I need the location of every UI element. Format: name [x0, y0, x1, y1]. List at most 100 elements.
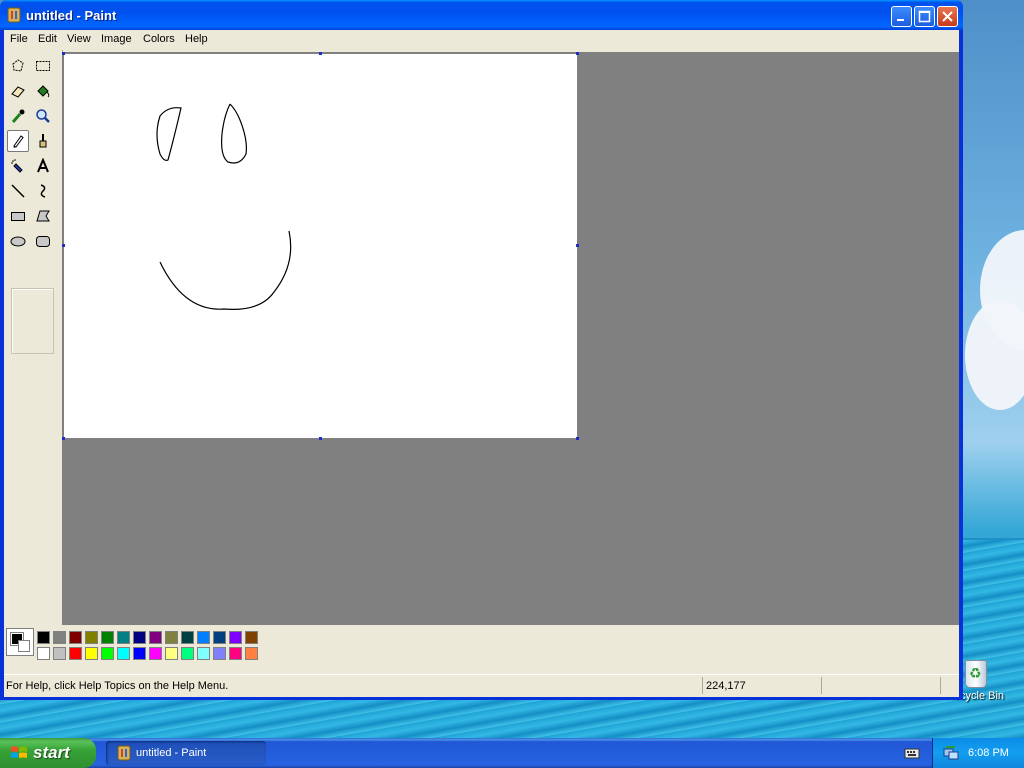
- palette-swatch[interactable]: [245, 647, 258, 660]
- tool-airbrush[interactable]: [7, 155, 29, 177]
- windows-logo-icon: [11, 746, 27, 758]
- palette-swatch[interactable]: [213, 647, 226, 660]
- palette-swatch[interactable]: [69, 647, 82, 660]
- menu-view[interactable]: View: [67, 33, 91, 45]
- resize-handle[interactable]: [576, 244, 579, 247]
- close-icon: [938, 7, 957, 26]
- paint-app-icon: [7, 7, 21, 23]
- tool-pick-color[interactable]: [7, 105, 29, 127]
- tool-brush[interactable]: [32, 130, 54, 152]
- palette-swatch[interactable]: [117, 647, 130, 660]
- palette-swatch[interactable]: [53, 631, 66, 644]
- resize-handle[interactable]: [319, 437, 322, 440]
- tool-options-panel[interactable]: [11, 288, 54, 354]
- palette-swatch[interactable]: [69, 631, 82, 644]
- palette-swatch[interactable]: [245, 631, 258, 644]
- status-divider: [821, 677, 822, 694]
- tool-eraser[interactable]: [7, 80, 29, 102]
- menu-help[interactable]: Help: [185, 33, 208, 45]
- palette-swatch[interactable]: [165, 647, 178, 660]
- tool-magnifier[interactable]: [32, 105, 54, 127]
- tool-polygon[interactable]: [32, 205, 54, 227]
- minimize-button[interactable]: [891, 6, 912, 27]
- canvas-area: [62, 52, 959, 652]
- tool-curve[interactable]: [32, 180, 54, 202]
- palette-swatch[interactable]: [133, 631, 146, 644]
- palette-swatch[interactable]: [37, 631, 50, 644]
- work-area: [4, 50, 959, 652]
- tool-ellipse[interactable]: [7, 230, 29, 252]
- system-tray: 6:08 PM: [932, 738, 1024, 768]
- title-bar[interactable]: untitled - Paint: [0, 0, 963, 30]
- taskbar-item-label: untitled - Paint: [136, 747, 207, 759]
- palette-swatch[interactable]: [181, 631, 194, 644]
- palette-swatch[interactable]: [133, 647, 146, 660]
- start-button[interactable]: start: [0, 738, 96, 768]
- palette-swatch[interactable]: [53, 647, 66, 660]
- menu-colors[interactable]: Colors: [143, 33, 175, 45]
- resize-handle[interactable]: [62, 244, 65, 247]
- taskbar-item-paint[interactable]: untitled - Paint: [106, 741, 266, 765]
- resize-handle[interactable]: [319, 52, 322, 55]
- palette-swatch[interactable]: [117, 631, 130, 644]
- tool-rectangle[interactable]: [7, 205, 29, 227]
- drawing-smiley-face: [156, 103, 292, 310]
- line-icon: [11, 184, 25, 198]
- palette-swatch[interactable]: [213, 631, 226, 644]
- palette-swatch[interactable]: [165, 631, 178, 644]
- status-divider: [702, 677, 703, 694]
- eyedropper-icon: [11, 109, 25, 123]
- color-palette: [4, 625, 959, 673]
- tool-rounded-rectangle[interactable]: [32, 230, 54, 252]
- paint-bucket-icon: [37, 85, 50, 98]
- close-button[interactable]: [937, 6, 958, 27]
- keyboard-icon[interactable]: [904, 746, 920, 760]
- tool-text[interactable]: [32, 155, 54, 177]
- palette-swatch[interactable]: [85, 631, 98, 644]
- window-client: File Edit View Image Colors Help For Hel…: [4, 30, 959, 697]
- airbrush-icon: [11, 159, 23, 173]
- minimize-icon: [892, 7, 911, 26]
- palette-swatch[interactable]: [85, 647, 98, 660]
- magnifier-icon: [36, 109, 50, 123]
- palette-swatch[interactable]: [149, 631, 162, 644]
- resize-handle[interactable]: [62, 437, 65, 440]
- palette-swatch[interactable]: [101, 631, 114, 644]
- menu-image[interactable]: Image: [101, 33, 132, 45]
- resize-handle[interactable]: [576, 52, 579, 55]
- pencil-icon: [13, 135, 24, 148]
- free-form-select-icon: [12, 59, 24, 72]
- tool-fill[interactable]: [32, 80, 54, 102]
- resize-handle[interactable]: [576, 437, 579, 440]
- paint-app-icon: [117, 745, 131, 761]
- network-icon[interactable]: [943, 745, 959, 761]
- palette-swatch[interactable]: [197, 647, 210, 660]
- curve-icon: [40, 184, 46, 198]
- tool-line[interactable]: [7, 180, 29, 202]
- text-icon: [37, 158, 49, 173]
- palette-swatch[interactable]: [37, 647, 50, 660]
- drawing-canvas[interactable]: [64, 54, 577, 438]
- window-title: untitled - Paint: [26, 8, 117, 23]
- palette-swatch[interactable]: [101, 647, 114, 660]
- status-bar: For Help, click Help Topics on the Help …: [4, 674, 959, 697]
- maximize-button[interactable]: [914, 6, 935, 27]
- paint-window: untitled - Paint File Edit View Image Co…: [0, 0, 963, 700]
- palette-swatch[interactable]: [229, 631, 242, 644]
- tool-pencil[interactable]: [7, 130, 29, 152]
- resize-handle[interactable]: [62, 52, 65, 55]
- tool-free-form-select[interactable]: [7, 55, 29, 77]
- start-label: start: [33, 743, 70, 762]
- menu-file[interactable]: File: [10, 33, 28, 45]
- palette-swatch[interactable]: [229, 647, 242, 660]
- clock[interactable]: 6:08 PM: [968, 747, 1009, 759]
- palette-swatch[interactable]: [197, 631, 210, 644]
- status-help-text: For Help, click Help Topics on the Help …: [6, 680, 229, 692]
- maximize-icon: [915, 7, 934, 26]
- palette-swatch[interactable]: [149, 647, 162, 660]
- taskbar: start untitled - Paint 6:08 PM: [0, 738, 1024, 768]
- menu-edit[interactable]: Edit: [38, 33, 57, 45]
- ellipse-icon: [10, 236, 26, 247]
- palette-swatch[interactable]: [181, 647, 194, 660]
- tool-select[interactable]: [32, 55, 54, 77]
